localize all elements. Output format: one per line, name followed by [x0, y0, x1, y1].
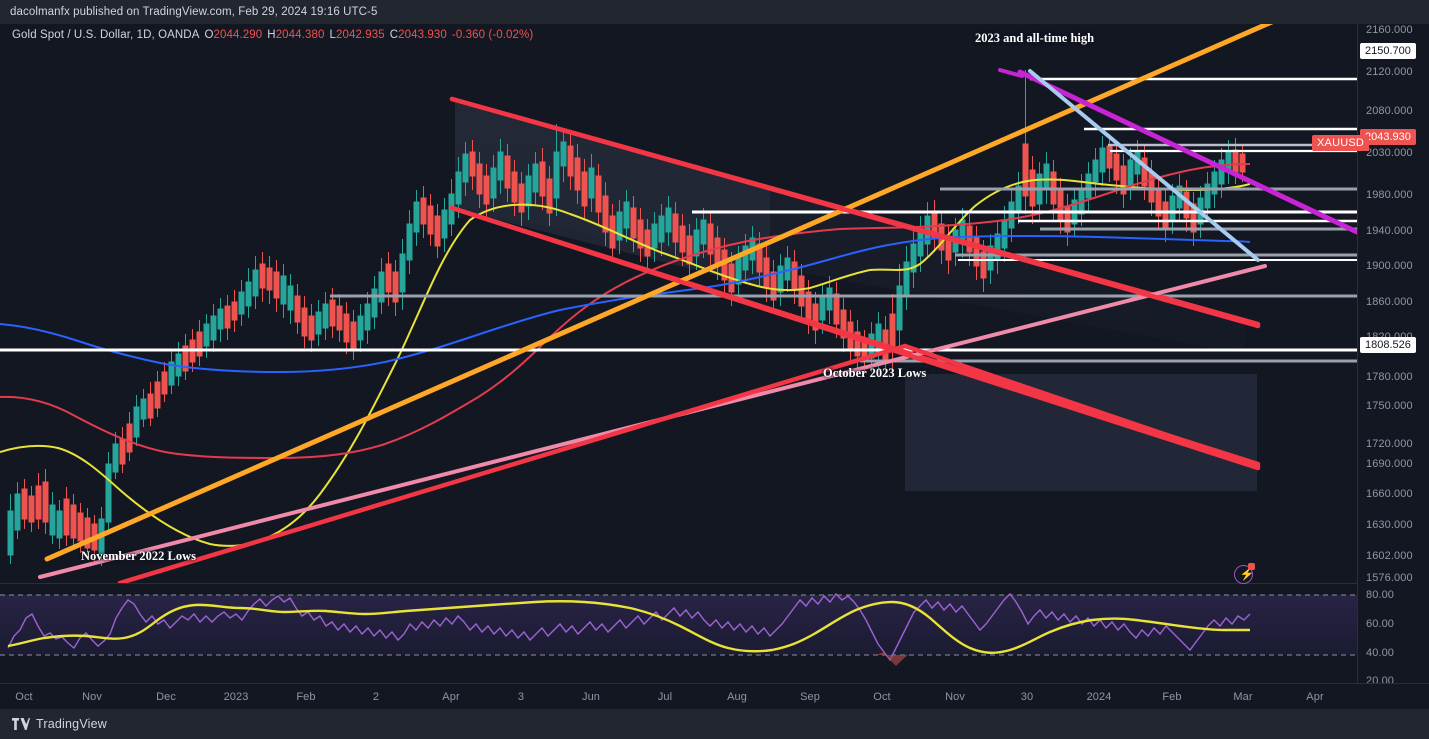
- time-tick: Mar: [1233, 691, 1253, 703]
- legend-close-label: C: [389, 29, 399, 41]
- legend-close-value: 2043.930: [398, 29, 447, 41]
- time-tick: Oct: [15, 691, 33, 703]
- time-tick: 3: [517, 691, 525, 703]
- price-tick: 1860.000: [1366, 296, 1413, 308]
- legend-low-value: 2042.935: [335, 29, 385, 41]
- time-tick: Apr: [442, 691, 460, 703]
- price-tick: 1940.000: [1366, 225, 1413, 237]
- time-tick: Apr: [1306, 691, 1324, 703]
- symbol-price-badge[interactable]: XAUUSD: [1312, 135, 1370, 151]
- pane-separator[interactable]: [0, 583, 1357, 584]
- price-tick: 1576.000: [1366, 572, 1413, 584]
- tradingview-logo[interactable]: TradingView: [12, 717, 107, 731]
- legend-change: -0.360 (-0.02%): [451, 29, 534, 41]
- time-tick: Jun: [581, 691, 601, 703]
- time-tick: Nov: [82, 691, 102, 703]
- price-tag-1808[interactable]: 1808.526: [1360, 337, 1416, 353]
- annotation-october-2023-lows[interactable]: October 2023 Lows: [823, 366, 926, 381]
- time-tick: 2: [372, 691, 380, 703]
- price-scale[interactable]: 2160.000 2120.000 2080.000 2030.000 1980…: [1357, 24, 1429, 687]
- tradingview-mark-icon: [12, 718, 30, 730]
- time-tick: Feb: [1162, 691, 1182, 703]
- legend-open-label: O: [204, 29, 214, 41]
- legend-high-value: 2044.380: [275, 29, 325, 41]
- publisher-bar: dacolmanfx published on TradingView.com,…: [0, 0, 1429, 24]
- time-tick: Jul: [657, 691, 673, 703]
- price-tick: 1660.000: [1366, 488, 1413, 500]
- rsi-indicator-pane[interactable]: [0, 586, 1357, 683]
- rsi-tick: 60.00: [1366, 618, 1395, 630]
- price-tick: 2120.000: [1366, 66, 1413, 78]
- time-scale[interactable]: Oct Nov Dec 2023 Feb 2 Apr 3 Jun Jul Aug…: [0, 683, 1429, 709]
- time-tick: 30: [1020, 691, 1034, 703]
- annotation-november-2022-lows[interactable]: November 2022 Lows: [81, 549, 196, 564]
- price-tick: 1630.000: [1366, 519, 1413, 531]
- legend-high-label: H: [267, 29, 276, 41]
- rsi-tick: 80.00: [1366, 589, 1395, 601]
- price-tick: 2160.000: [1366, 24, 1413, 36]
- time-tick: Sep: [800, 691, 820, 703]
- tradingview-brand-text: TradingView: [36, 717, 107, 731]
- lightning-bolt-icon[interactable]: ⚡: [1234, 563, 1255, 584]
- price-tick: 1780.000: [1366, 371, 1413, 383]
- price-tick: 1602.000: [1366, 550, 1413, 562]
- time-tick: 2023: [223, 691, 249, 703]
- price-chart-pane[interactable]: [0, 24, 1357, 583]
- price-tick: 1720.000: [1366, 438, 1413, 450]
- rsi-svg: [0, 592, 1357, 666]
- price-tick: 1690.000: [1366, 458, 1413, 470]
- annotation-ath[interactable]: 2023 and all-time high: [975, 31, 1094, 46]
- notification-dot-icon: [1248, 563, 1255, 570]
- footer-bar: TradingView: [0, 709, 1429, 739]
- time-tick: Feb: [296, 691, 316, 703]
- price-tick: 1980.000: [1366, 189, 1413, 201]
- time-tick: Oct: [873, 691, 891, 703]
- price-chart-svg: [0, 24, 1357, 579]
- time-tick: Nov: [945, 691, 965, 703]
- time-tick: 2024: [1086, 691, 1112, 703]
- price-tick: 2030.000: [1366, 147, 1413, 159]
- time-tick: Dec: [156, 691, 176, 703]
- symbol-legend[interactable]: Gold Spot / U.S. Dollar, 1D, OANDA O2044.…: [12, 29, 533, 41]
- rsi-tick: 40.00: [1366, 647, 1395, 659]
- bolt-glyph: ⚡: [1239, 567, 1255, 582]
- price-tick: 1900.000: [1366, 260, 1413, 272]
- price-tick: 1750.000: [1366, 400, 1413, 412]
- price-tick: 2080.000: [1366, 105, 1413, 117]
- legend-symbol-description: Gold Spot / U.S. Dollar, 1D, OANDA: [12, 29, 200, 41]
- price-tag-2150[interactable]: 2150.700: [1360, 43, 1416, 59]
- legend-open-value: 2044.290: [213, 29, 263, 41]
- time-tick: Aug: [727, 691, 747, 703]
